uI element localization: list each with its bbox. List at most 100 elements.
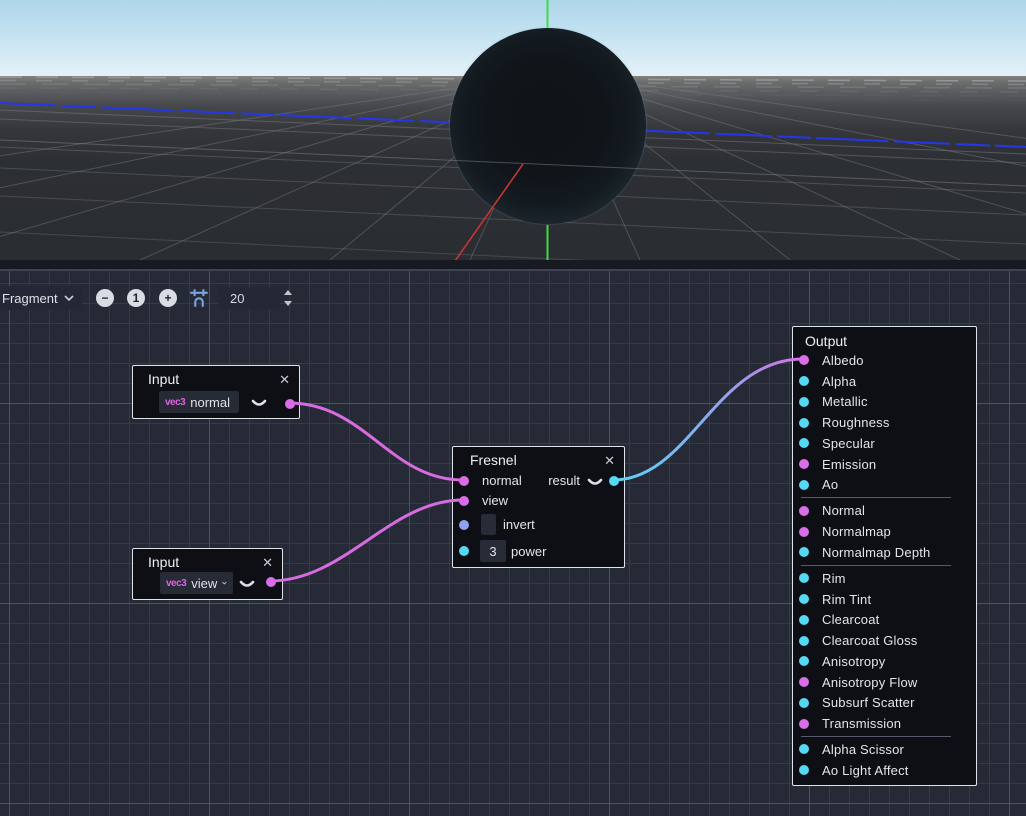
output-port-label: Subsurf Scatter — [822, 695, 915, 710]
port-fresnel-invert[interactable] — [459, 520, 469, 530]
port-input-view-output[interactable] — [266, 577, 276, 587]
port-fresnel-view[interactable] — [459, 496, 469, 506]
output-port-row: Clearcoat Gloss — [793, 630, 976, 651]
viewport-splitter[interactable] — [0, 260, 1026, 271]
node-title-bar[interactable]: Input ✕ — [133, 366, 299, 388]
output-port-row: Ao Light Affect — [793, 760, 976, 781]
node-title-bar[interactable]: Input ✕ — [133, 549, 282, 571]
node-title: Input — [148, 371, 279, 387]
output-port-row: Transmission — [793, 713, 976, 734]
port-rim[interactable] — [799, 573, 809, 583]
node-title: Output — [805, 333, 967, 349]
snap-distance-stepper[interactable] — [283, 290, 293, 306]
output-port-label: Metallic — [822, 394, 868, 409]
port-metallic[interactable] — [799, 397, 809, 407]
output-port-label: Ao — [822, 477, 838, 492]
port-roughness[interactable] — [799, 418, 809, 428]
output-port-row: Anisotropy — [793, 651, 976, 672]
output-port-row: Rim Tint — [793, 589, 976, 610]
port-input-normal-output[interactable] — [285, 399, 295, 409]
snap-toggle-button[interactable] — [189, 288, 209, 308]
vec3-type-icon: vec3 — [165, 397, 185, 408]
close-icon[interactable]: ✕ — [262, 556, 273, 569]
output-port-row: Alpha Scissor — [793, 739, 976, 760]
output-port-row: Ao — [793, 475, 976, 496]
wire-fresnel-to-output-albedo — [613, 359, 803, 480]
shader-stage-dropdown[interactable]: Fragment — [0, 286, 82, 310]
shader-graph-canvas[interactable]: Fragment − 1 + 20 Input — [0, 271, 1026, 816]
port-rim-tint[interactable] — [799, 594, 809, 604]
port-fresnel-normal[interactable] — [459, 476, 469, 486]
port-specular[interactable] — [799, 438, 809, 448]
port-fresnel-result[interactable] — [609, 476, 619, 486]
dropdown-value: normal — [190, 395, 230, 410]
node-input-normal[interactable]: Input ✕ vec3 normal — [132, 365, 300, 419]
port-normalmap-depth[interactable] — [799, 547, 809, 557]
port-normalmap[interactable] — [799, 527, 809, 537]
output-port-row: Rim — [793, 568, 976, 589]
zoom-in-button[interactable]: + — [159, 289, 177, 307]
shader-editor: Fragment − 1 + 20 Input — [0, 0, 1026, 816]
snap-distance-value: 20 — [230, 291, 244, 306]
output-port-label: Roughness — [822, 415, 890, 430]
port-clearcoat-gloss[interactable] — [799, 636, 809, 646]
output-port-row: Metallic — [793, 392, 976, 413]
power-value-field[interactable]: 3 — [480, 540, 506, 562]
stepper-up-icon[interactable] — [284, 290, 292, 295]
port-emission[interactable] — [799, 459, 809, 469]
output-port-row: Anisotropy Flow — [793, 672, 976, 693]
snap-distance-field[interactable]: 20 — [218, 287, 280, 309]
output-port-row: Alpha — [793, 371, 976, 392]
port-ao[interactable] — [799, 480, 809, 490]
output-port-label: Clearcoat — [822, 612, 879, 627]
node-output[interactable]: Output Albedo Alpha Metallic Roughness Specu… — [792, 326, 977, 786]
port-normal[interactable] — [799, 506, 809, 516]
stepper-down-icon[interactable] — [284, 301, 292, 306]
port-label-view: view — [482, 493, 508, 509]
node-title-bar[interactable]: Output — [793, 327, 976, 350]
port-clearcoat[interactable] — [799, 615, 809, 625]
output-port-label: Rim — [822, 571, 846, 586]
port-label-invert: invert — [503, 517, 535, 533]
input-type-dropdown[interactable]: vec3 view — [160, 572, 233, 594]
dropdown-value: view — [191, 576, 217, 591]
snap-grid-icon — [189, 288, 209, 308]
port-label-normal: normal — [482, 473, 522, 489]
port-anisotropy[interactable] — [799, 656, 809, 666]
output-port-label: Alpha Scissor — [822, 742, 904, 757]
output-port-label: Specular — [822, 436, 875, 451]
output-port-row: Specular — [793, 433, 976, 454]
node-input-view[interactable]: Input ✕ vec3 view — [132, 548, 283, 600]
port-fresnel-power[interactable] — [459, 546, 469, 556]
close-icon[interactable]: ✕ — [279, 373, 290, 386]
invert-checkbox[interactable] — [481, 514, 496, 535]
output-port-row: Albedo — [793, 350, 976, 371]
port-alpha-scissor[interactable] — [799, 744, 809, 754]
output-port-label: Clearcoat Gloss — [822, 633, 917, 648]
wire-input-normal-to-fresnel — [289, 403, 463, 480]
red-axis-line — [455, 164, 523, 260]
port-transmission[interactable] — [799, 719, 809, 729]
node-title: Input — [148, 554, 262, 570]
output-port-row: Normalmap Depth — [793, 542, 976, 563]
port-ao-light-affect[interactable] — [799, 765, 809, 775]
port-anisotropy-flow[interactable] — [799, 677, 809, 687]
output-port-label: Transmission — [822, 716, 901, 731]
preview-toggle-icon[interactable] — [239, 580, 255, 590]
port-subsurf-scatter[interactable] — [799, 698, 809, 708]
node-fresnel[interactable]: Fresnel ✕ normal result view invert 3 po… — [452, 446, 625, 568]
output-node-rows: AlbedoAlphaMetallicRoughnessSpecularEmis… — [793, 350, 976, 781]
node-title-bar[interactable]: Fresnel ✕ — [453, 447, 624, 469]
wire-input-view-to-fresnel — [270, 500, 463, 581]
close-icon[interactable]: ✕ — [604, 454, 615, 467]
preview-toggle-icon[interactable] — [587, 478, 603, 488]
input-type-dropdown[interactable]: vec3 normal — [159, 391, 239, 413]
output-port-label: Alpha — [822, 374, 856, 389]
chevron-down-icon — [222, 579, 227, 587]
output-port-row: Subsurf Scatter — [793, 692, 976, 713]
port-albedo[interactable] — [799, 355, 809, 365]
preview-toggle-icon[interactable] — [251, 399, 267, 409]
zoom-reset-button[interactable]: 1 — [127, 289, 145, 307]
port-alpha[interactable] — [799, 376, 809, 386]
zoom-out-button[interactable]: − — [96, 289, 114, 307]
